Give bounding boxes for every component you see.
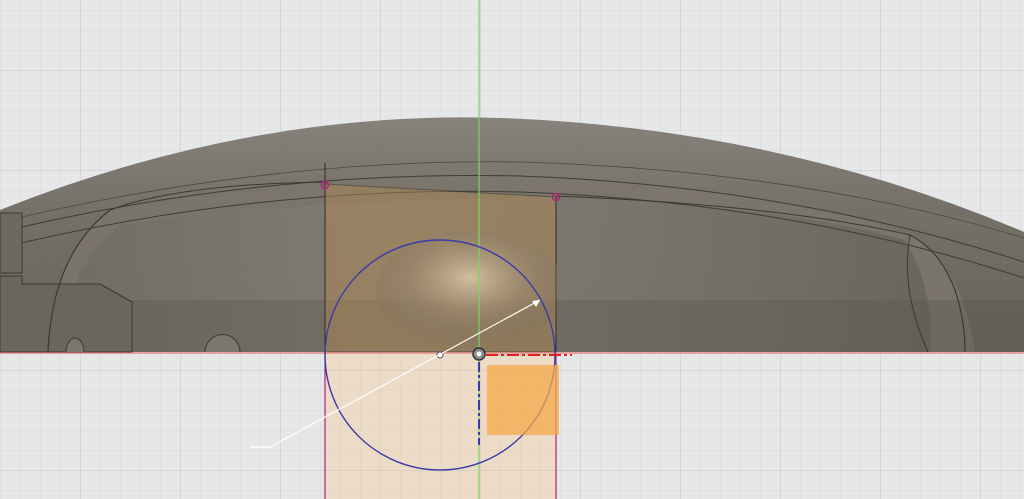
sketch-view[interactable] bbox=[0, 0, 1024, 499]
selection-highlight[interactable] bbox=[487, 365, 559, 435]
origin-icon[interactable] bbox=[472, 347, 486, 361]
cad-sketch-canvas[interactable] bbox=[0, 0, 1024, 499]
surface-highlight bbox=[375, 230, 565, 350]
